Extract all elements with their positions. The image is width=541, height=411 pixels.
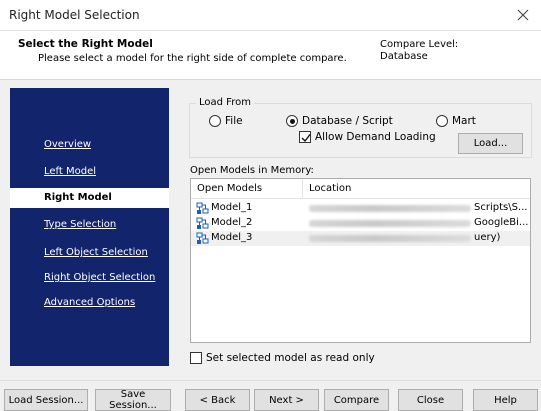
allow-demand-loading-box[interactable]: [299, 131, 311, 143]
open-models-label: Open Models in Memory:: [190, 165, 314, 176]
load-from-group: Load From File Database / Script Mart Al…: [189, 97, 532, 158]
close-button[interactable]: Close: [398, 389, 463, 411]
radio-file[interactable]: File: [209, 115, 243, 127]
back-button[interactable]: < Back: [185, 389, 250, 411]
radio-file-label: File: [225, 115, 243, 127]
radio-database-script-label: Database / Script: [302, 115, 393, 127]
table-row[interactable]: Model_3 uery): [191, 231, 530, 246]
list-header: Open Models Location: [191, 179, 530, 199]
title-bar: Right Model Selection: [0, 0, 541, 31]
model-icon: [196, 232, 209, 245]
save-session-button[interactable]: Save Session...: [95, 389, 171, 411]
radio-file-indicator[interactable]: [209, 115, 221, 127]
nav-item-left-model[interactable]: Left Model: [10, 162, 169, 182]
page-subtitle: Please select a model for the right side…: [38, 53, 347, 64]
compare-button[interactable]: Compare: [324, 389, 389, 411]
page-title: Select the Right Model: [18, 38, 153, 50]
nav-item-right-object-selection[interactable]: Right Object Selection: [10, 268, 169, 288]
allow-demand-loading-label: Allow Demand Loading: [315, 131, 436, 143]
load-session-button[interactable]: Load Session...: [4, 389, 88, 411]
redacted-location: [309, 235, 471, 242]
nav-item-type-selection[interactable]: Type Selection: [10, 215, 169, 235]
column-location[interactable]: Location: [309, 183, 351, 194]
wizard-header: Select the Right Model Please select a m…: [0, 31, 541, 80]
redacted-location: [309, 205, 471, 212]
window-title: Right Model Selection: [9, 8, 140, 22]
table-row[interactable]: Model_1 Scripts\S...: [191, 201, 530, 216]
radio-mart-label: Mart: [452, 115, 476, 127]
nav-item-left-object-selection[interactable]: Left Object Selection: [10, 243, 169, 263]
read-only-checkbox[interactable]: Set selected model as read only: [190, 352, 375, 364]
footer-divider: [0, 380, 541, 381]
nav-item-advanced-options[interactable]: Advanced Options: [10, 293, 169, 313]
nav-item-overview[interactable]: Overview: [10, 135, 169, 155]
model-icon: [196, 202, 209, 215]
read-only-box[interactable]: [190, 352, 202, 364]
column-open-models[interactable]: Open Models: [197, 183, 262, 194]
model-name: Model_3: [211, 232, 253, 243]
allow-demand-loading-checkbox[interactable]: Allow Demand Loading: [299, 131, 436, 143]
table-row[interactable]: Model_2 GoogleBi...: [191, 216, 530, 231]
model-name: Model_1: [211, 202, 253, 213]
wizard-nav: Overview Left Model Right Model Type Sel…: [10, 88, 169, 366]
read-only-label: Set selected model as read only: [206, 352, 375, 364]
nav-item-right-model[interactable]: Right Model: [10, 188, 169, 208]
next-button[interactable]: Next >: [254, 389, 319, 411]
load-from-legend: Load From: [196, 97, 254, 108]
redacted-location: [309, 220, 471, 227]
open-models-list[interactable]: Open Models Location Model_1 Scripts\S..…: [190, 178, 531, 343]
model-location: Scripts\S...: [474, 202, 528, 213]
radio-mart[interactable]: Mart: [436, 115, 476, 127]
model-name: Model_2: [211, 217, 253, 228]
radio-mart-indicator[interactable]: [436, 115, 448, 127]
model-location: uery): [474, 232, 501, 243]
radio-database-script-indicator[interactable]: [286, 115, 298, 127]
help-button[interactable]: Help: [473, 389, 538, 411]
compare-level-value: Database: [380, 51, 428, 62]
model-location: GoogleBi...: [474, 217, 529, 228]
model-icon: [196, 217, 209, 230]
close-icon[interactable]: [513, 5, 533, 25]
column-separator[interactable]: [302, 179, 303, 199]
load-button[interactable]: Load...: [458, 133, 523, 154]
compare-level-label: Compare Level:: [380, 39, 459, 50]
radio-database-script[interactable]: Database / Script: [286, 115, 393, 127]
